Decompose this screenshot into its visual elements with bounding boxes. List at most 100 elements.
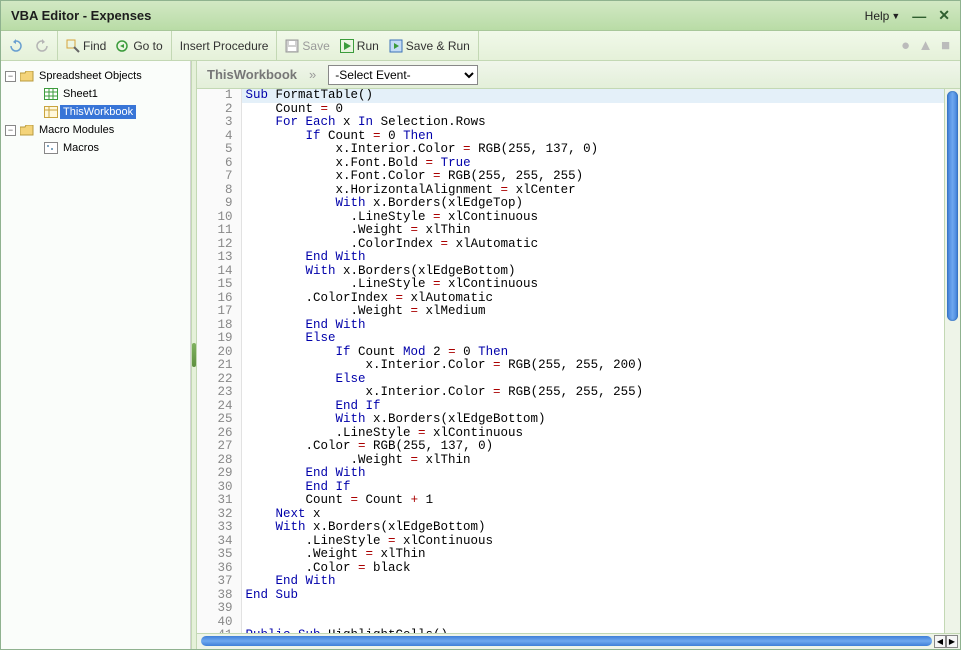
code-line[interactable]: 13 End With	[197, 251, 944, 265]
code-line[interactable]: 12 .ColorIndex = xlAutomatic	[197, 238, 944, 252]
tree-thisworkbook[interactable]: ThisWorkbook	[5, 103, 186, 121]
code-cell[interactable]: .Color = black	[241, 562, 944, 576]
nav-right-button[interactable]: ▶	[946, 635, 958, 648]
code-cell[interactable]: .LineStyle = xlContinuous	[241, 427, 944, 441]
code-cell[interactable]: x.HorizontalAlignment = xlCenter	[241, 184, 944, 198]
code-line[interactable]: 21 x.Interior.Color = RGB(255, 255, 200)	[197, 359, 944, 373]
code-line[interactable]: 4 If Count = 0 Then	[197, 130, 944, 144]
code-cell[interactable]: Count = 0	[241, 103, 944, 117]
code-table[interactable]: 1Sub FormatTable()2 Count = 03 For Each …	[197, 89, 944, 633]
horizontal-scrollbar[interactable]	[197, 633, 960, 649]
code-line[interactable]: 29 End With	[197, 467, 944, 481]
code-line[interactable]: 19 Else	[197, 332, 944, 346]
code-line[interactable]: 33 With x.Borders(xlEdgeBottom)	[197, 521, 944, 535]
code-line[interactable]: 1Sub FormatTable()	[197, 89, 944, 103]
code-cell[interactable]: With x.Borders(xlEdgeTop)	[241, 197, 944, 211]
code-cell[interactable]: x.Font.Color = RGB(255, 255, 255)	[241, 170, 944, 184]
save-button[interactable]: Save	[285, 39, 329, 53]
code-cell[interactable]: With x.Borders(xlEdgeBottom)	[241, 521, 944, 535]
code-line[interactable]: 31 Count = Count + 1	[197, 494, 944, 508]
vertical-scrollbar[interactable]	[944, 89, 960, 633]
code-line[interactable]: 5 x.Interior.Color = RGB(255, 137, 0)	[197, 143, 944, 157]
collapse-icon[interactable]: −	[5, 71, 16, 82]
redo-button[interactable]	[34, 39, 49, 52]
code-cell[interactable]: Else	[241, 332, 944, 346]
code-cell[interactable]: If Count = 0 Then	[241, 130, 944, 144]
find-button[interactable]: Find	[66, 39, 106, 53]
code-line[interactable]: 35 .Weight = xlThin	[197, 548, 944, 562]
code-cell[interactable]: End With	[241, 467, 944, 481]
code-cell[interactable]: With x.Borders(xlEdgeBottom)	[241, 413, 944, 427]
code-line[interactable]: 3 For Each x In Selection.Rows	[197, 116, 944, 130]
code-line[interactable]: 18 End With	[197, 319, 944, 333]
code-line[interactable]: 20 If Count Mod 2 = 0 Then	[197, 346, 944, 360]
code-cell[interactable]: x.Interior.Color = RGB(255, 255, 200)	[241, 359, 944, 373]
info-icon[interactable]: ●	[901, 37, 910, 54]
code-line[interactable]: 7 x.Font.Color = RGB(255, 255, 255)	[197, 170, 944, 184]
project-tree[interactable]: − Spreadsheet Objects Sheet1 ThisWorkboo…	[1, 61, 191, 649]
code-line[interactable]: 22 Else	[197, 373, 944, 387]
code-line[interactable]: 28 .Weight = xlThin	[197, 454, 944, 468]
tree-macro-modules[interactable]: − Macro Modules	[5, 121, 186, 139]
tree-spreadsheet-objects[interactable]: − Spreadsheet Objects	[5, 67, 186, 85]
code-line[interactable]: 9 With x.Borders(xlEdgeTop)	[197, 197, 944, 211]
code-cell[interactable]: If Count Mod 2 = 0 Then	[241, 346, 944, 360]
event-select[interactable]: -Select Event-	[328, 65, 478, 85]
tree-sheet1[interactable]: Sheet1	[5, 85, 186, 103]
minimize-button[interactable]: —	[912, 8, 926, 24]
close-button[interactable]: ✕	[938, 7, 950, 24]
nav-left-button[interactable]: ◀	[934, 635, 946, 648]
code-cell[interactable]: With x.Borders(xlEdgeBottom)	[241, 265, 944, 279]
goto-button[interactable]: Go to	[116, 39, 162, 53]
code-line[interactable]: 32 Next x	[197, 508, 944, 522]
warning-icon[interactable]: ▲	[918, 37, 933, 54]
code-line[interactable]: 34 .LineStyle = xlContinuous	[197, 535, 944, 549]
code-cell[interactable]: Next x	[241, 508, 944, 522]
scroll-thumb[interactable]	[947, 91, 958, 321]
code-cell[interactable]: .Weight = xlMedium	[241, 305, 944, 319]
code-line[interactable]: 11 .Weight = xlThin	[197, 224, 944, 238]
code-cell[interactable]: .Color = RGB(255, 137, 0)	[241, 440, 944, 454]
code-line[interactable]: 26 .LineStyle = xlContinuous	[197, 427, 944, 441]
code-line[interactable]: 14 With x.Borders(xlEdgeBottom)	[197, 265, 944, 279]
code-cell[interactable]: For Each x In Selection.Rows	[241, 116, 944, 130]
code-cell[interactable]: End With	[241, 575, 944, 589]
code-cell[interactable]: x.Font.Bold = True	[241, 157, 944, 171]
code-scroll[interactable]: 1Sub FormatTable()2 Count = 03 For Each …	[197, 89, 944, 633]
code-line[interactable]: 39	[197, 602, 944, 616]
collapse-icon[interactable]: −	[5, 125, 16, 136]
code-line[interactable]: 30 End If	[197, 481, 944, 495]
code-line[interactable]: 24 End If	[197, 400, 944, 414]
code-line[interactable]: 40	[197, 616, 944, 630]
code-line[interactable]: 27 .Color = RGB(255, 137, 0)	[197, 440, 944, 454]
scroll-thumb[interactable]	[201, 636, 932, 646]
code-cell[interactable]: .Weight = xlThin	[241, 454, 944, 468]
tree-macros[interactable]: Macros	[5, 139, 186, 157]
code-cell[interactable]: Sub FormatTable()	[241, 89, 944, 103]
code-line[interactable]: 8 x.HorizontalAlignment = xlCenter	[197, 184, 944, 198]
code-line[interactable]: 37 End With	[197, 575, 944, 589]
code-cell[interactable]: .LineStyle = xlContinuous	[241, 535, 944, 549]
help-menu[interactable]: Help▼	[865, 9, 901, 23]
code-line[interactable]: 10 .LineStyle = xlContinuous	[197, 211, 944, 225]
code-line[interactable]: 38End Sub	[197, 589, 944, 603]
code-cell[interactable]: x.Interior.Color = RGB(255, 137, 0)	[241, 143, 944, 157]
code-cell[interactable]: .ColorIndex = xlAutomatic	[241, 238, 944, 252]
code-cell[interactable]: End If	[241, 400, 944, 414]
code-cell[interactable]: End With	[241, 251, 944, 265]
code-cell[interactable]: .Weight = xlThin	[241, 224, 944, 238]
code-cell[interactable]: .ColorIndex = xlAutomatic	[241, 292, 944, 306]
code-line[interactable]: 15 .LineStyle = xlContinuous	[197, 278, 944, 292]
code-cell[interactable]	[241, 616, 944, 630]
code-line[interactable]: 16 .ColorIndex = xlAutomatic	[197, 292, 944, 306]
code-line[interactable]: 23 x.Interior.Color = RGB(255, 255, 255)	[197, 386, 944, 400]
code-cell[interactable]: .Weight = xlThin	[241, 548, 944, 562]
code-cell[interactable]	[241, 602, 944, 616]
code-line[interactable]: 36 .Color = black	[197, 562, 944, 576]
insert-procedure-button[interactable]: Insert Procedure	[180, 39, 269, 53]
code-cell[interactable]: x.Interior.Color = RGB(255, 255, 255)	[241, 386, 944, 400]
run-button[interactable]: Run	[340, 39, 379, 53]
save-and-run-button[interactable]: Save & Run	[389, 39, 470, 53]
undo-button[interactable]	[9, 39, 24, 52]
code-cell[interactable]: .LineStyle = xlContinuous	[241, 211, 944, 225]
